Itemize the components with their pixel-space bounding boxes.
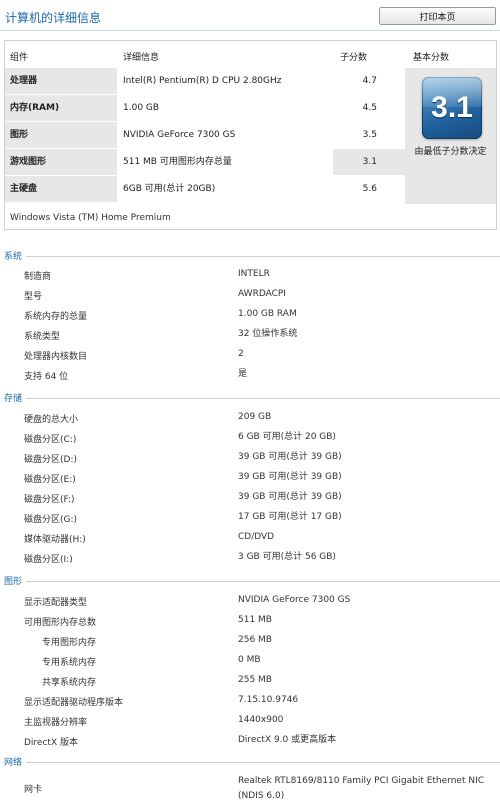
detail-value: 256 MB — [238, 635, 272, 645]
detail-label: 系统类型 — [24, 332, 61, 342]
col-header-subscore: 子分数 — [340, 53, 368, 63]
component-detail: NVIDIA GeForce 7300 GS — [123, 130, 236, 140]
os-edition: Windows Vista (TM) Home Premium — [10, 213, 171, 223]
print-page-button[interactable]: 打印本页 — [379, 7, 496, 25]
detail-value: CD/DVD — [238, 532, 275, 542]
detail-label: 网卡 — [24, 785, 43, 795]
detail-label: 制造商 — [24, 272, 52, 282]
detail-value-line2: (NDIS 6.0) — [238, 791, 285, 801]
component-label: 处理器 — [5, 68, 117, 94]
detail-value: 7.15.10.9746 — [238, 695, 299, 705]
score-row-graphics: 图形 NVIDIA GeForce 7300 GS 3.5 — [5, 122, 405, 148]
detail-value: 2 — [238, 349, 244, 359]
page-title: 计算机的详细信息 — [5, 11, 102, 25]
detail-value: 39 GB 可用(总计 39 GB) — [238, 472, 342, 482]
base-score-value: 3.1 — [431, 91, 473, 124]
component-label: 主硬盘 — [5, 176, 117, 202]
detail-value: 39 GB 可用(总计 39 GB) — [238, 452, 342, 462]
component-label: 内存(RAM) — [5, 95, 117, 121]
detail-label: 主监视器分辨率 — [24, 718, 88, 728]
detail-label: 共享系统内存 — [42, 678, 97, 688]
detail-label: 媒体驱动器(H:) — [24, 535, 86, 545]
detail-value: 3 GB 可用(总计 56 GB) — [238, 552, 336, 562]
component-detail: 6GB 可用(总计 20GB) — [123, 184, 216, 194]
detail-value: NVIDIA GeForce 7300 GS — [238, 595, 351, 605]
base-score-caption: 由最低子分数决定 — [414, 147, 487, 157]
detail-label: 磁盘分区(D:) — [24, 455, 77, 465]
sub-score: 5.6 — [362, 184, 377, 194]
detail-label: 显示适配器驱动程序版本 — [24, 698, 124, 708]
detail-label: 硬盘的总大小 — [24, 415, 79, 425]
detail-value: 255 MB — [238, 675, 272, 685]
detail-value: 1.00 GB RAM — [238, 309, 297, 319]
base-score-panel: 3.1 由最低子分数决定 — [405, 68, 496, 204]
sub-score: 3.1 — [362, 157, 377, 167]
detail-value: 17 GB 可用(总计 17 GB) — [238, 512, 342, 522]
detail-value: INTELR — [238, 269, 270, 279]
section-divider — [26, 256, 500, 257]
detail-label: 型号 — [24, 292, 43, 302]
detail-value: 32 位操作系统 — [238, 329, 298, 339]
detail-value: 0 MB — [238, 655, 261, 665]
detail-value: 1440x900 — [238, 715, 284, 725]
detail-label: 支持 64 位 — [24, 372, 69, 382]
detail-label: 磁盘分区(E:) — [24, 475, 76, 485]
component-label: 图形 — [5, 122, 117, 148]
score-row-gaming-graphics: 游戏图形 511 MB 可用图形内存总量 3.1 — [5, 149, 405, 175]
section-divider — [26, 398, 500, 399]
col-header-component: 组件 — [10, 53, 29, 63]
sub-score: 4.7 — [362, 76, 377, 86]
detail-label: 磁盘分区(G:) — [24, 515, 78, 525]
detail-value: 39 GB 可用(总计 39 GB) — [238, 492, 342, 502]
detail-value-line1: Realtek RTL8169/8110 Family PCI Gigabit … — [238, 776, 485, 786]
detail-label: 系统内存的总量 — [24, 312, 88, 322]
sub-score: 3.5 — [362, 130, 377, 140]
detail-value: 209 GB — [238, 412, 272, 422]
component-label: 游戏图形 — [5, 149, 117, 175]
col-header-basescore: 基本分数 — [413, 53, 450, 63]
section-divider — [26, 581, 500, 582]
detail-label: 显示适配器类型 — [24, 598, 88, 608]
score-summary-table: 组件 详细信息 子分数 基本分数 处理器 Intel(R) Pentium(R)… — [4, 40, 497, 230]
section-divider — [26, 762, 500, 763]
sub-score: 4.5 — [362, 103, 377, 113]
detail-label: 处理器内核数目 — [24, 352, 88, 362]
col-header-detail: 详细信息 — [123, 53, 160, 63]
score-row-memory: 内存(RAM) 1.00 GB 4.5 — [5, 95, 405, 121]
component-detail: 1.00 GB — [123, 103, 160, 113]
detail-value: 6 GB 可用(总计 20 GB) — [238, 432, 336, 442]
detail-value: 是 — [238, 369, 248, 379]
detail-label: 磁盘分区(F:) — [24, 495, 75, 505]
detail-label: 可用图形内存总数 — [24, 618, 97, 628]
score-row-processor: 处理器 Intel(R) Pentium(R) D CPU 2.80GHz 4.… — [5, 68, 405, 94]
score-row-primary-disk: 主硬盘 6GB 可用(总计 20GB) 5.6 — [5, 176, 405, 202]
detail-value: DirectX 9.0 或更高版本 — [238, 735, 337, 745]
component-detail: 511 MB 可用图形内存总量 — [123, 157, 232, 167]
base-score-badge: 3.1 — [422, 77, 482, 139]
detail-label: 磁盘分区(C:) — [24, 435, 77, 445]
title-divider — [0, 30, 500, 31]
detail-label: DirectX 版本 — [24, 738, 78, 748]
detail-value: 511 MB — [238, 615, 272, 625]
detail-label: 专用系统内存 — [42, 658, 97, 668]
detail-value: AWRDACPI — [238, 289, 286, 299]
detail-label: 专用图形内存 — [42, 638, 97, 648]
component-detail: Intel(R) Pentium(R) D CPU 2.80GHz — [123, 76, 282, 86]
detail-label: 磁盘分区(I:) — [24, 555, 73, 565]
